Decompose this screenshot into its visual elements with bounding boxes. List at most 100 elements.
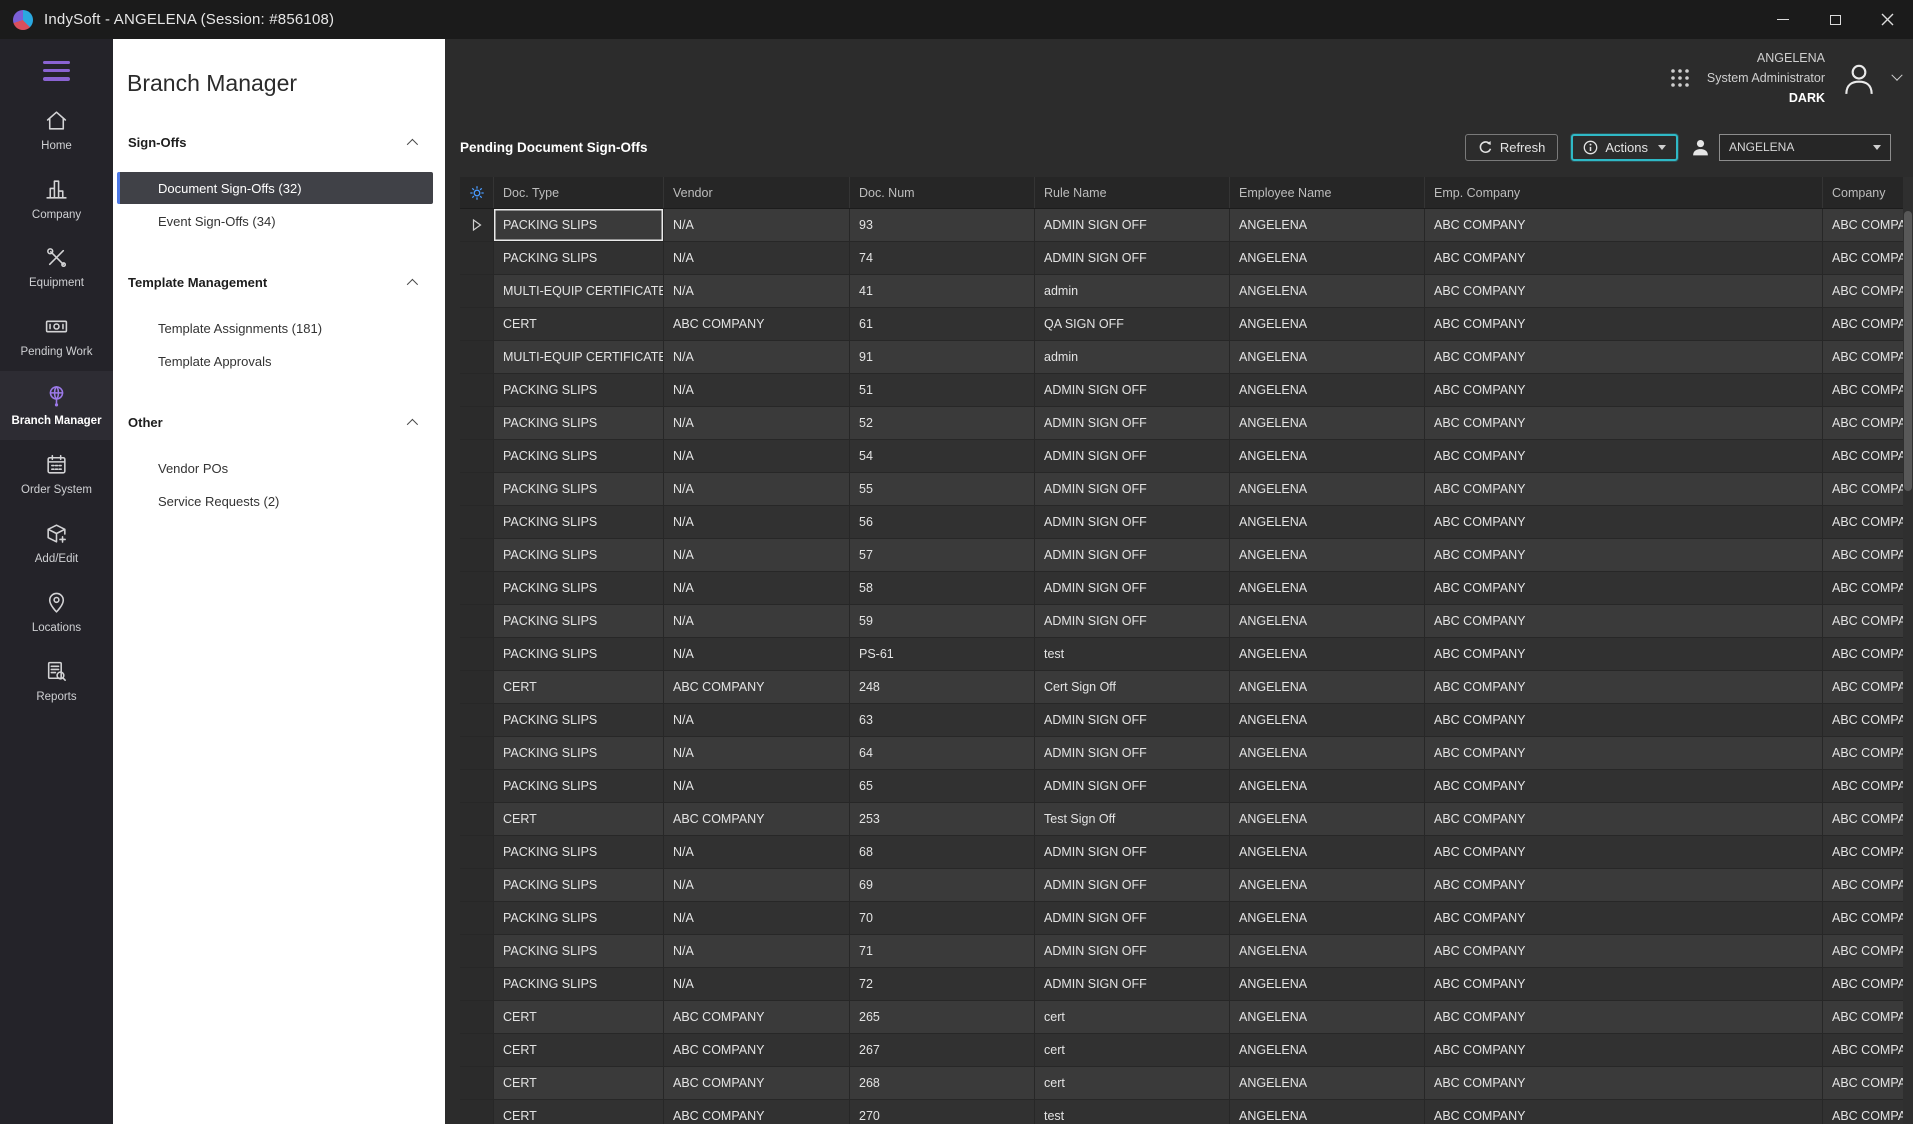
table-cell[interactable]: ANGELENA [1230, 737, 1425, 770]
sidebar-item-order-system[interactable]: Order System [0, 440, 113, 509]
table-cell[interactable]: ABC COMPANY [1823, 407, 1903, 440]
table-cell[interactable]: ABC COMPANY [1823, 506, 1903, 539]
table-cell[interactable]: ANGELENA [1230, 803, 1425, 836]
table-cell[interactable]: 55 [850, 473, 1035, 506]
table-cell[interactable]: N/A [664, 869, 850, 902]
table-row[interactable]: CERTABC COMPANY270testANGELENAABC COMPAN… [460, 1100, 1903, 1124]
table-row[interactable]: PACKING SLIPSN/A51ADMIN SIGN OFFANGELENA… [460, 374, 1903, 407]
table-cell[interactable]: ANGELENA [1230, 869, 1425, 902]
table-cell[interactable]: 69 [850, 869, 1035, 902]
table-cell[interactable]: N/A [664, 407, 850, 440]
table-cell[interactable]: ANGELENA [1230, 506, 1425, 539]
table-cell[interactable]: ABC COMPANY [1823, 242, 1903, 275]
table-cell[interactable]: ABC COMPANY [1823, 704, 1903, 737]
table-cell[interactable]: ABC COMPANY [664, 1067, 850, 1100]
sidebar-item-home[interactable]: Home [0, 96, 113, 165]
table-cell[interactable]: ABC COMPANY [1823, 869, 1903, 902]
table-cell[interactable]: ABC COMPANY [1425, 770, 1823, 803]
table-cell[interactable]: ABC COMPANY [1823, 572, 1903, 605]
table-cell[interactable]: ANGELENA [1230, 968, 1425, 1001]
employee-filter-combobox[interactable]: ANGELENA [1719, 134, 1891, 161]
table-cell[interactable]: ABC COMPANY [1425, 638, 1823, 671]
nav-section-other[interactable]: Other [113, 415, 445, 430]
table-cell[interactable]: ABC COMPANY [1823, 341, 1903, 374]
table-cell[interactable]: ADMIN SIGN OFF [1035, 869, 1230, 902]
table-cell[interactable]: ADMIN SIGN OFF [1035, 473, 1230, 506]
table-cell[interactable]: ANGELENA [1230, 341, 1425, 374]
table-cell[interactable]: ABC COMPANY [1425, 836, 1823, 869]
table-cell[interactable]: 72 [850, 968, 1035, 1001]
table-cell[interactable]: N/A [664, 935, 850, 968]
table-cell[interactable]: N/A [664, 572, 850, 605]
table-cell[interactable]: PACKING SLIPS [494, 737, 664, 770]
table-cell[interactable]: N/A [664, 605, 850, 638]
column-header[interactable]: Company [1823, 177, 1903, 208]
table-row[interactable]: CERTABC COMPANY265certANGELENAABC COMPAN… [460, 1001, 1903, 1034]
column-header[interactable]: Employee Name [1230, 177, 1425, 208]
table-cell[interactable]: N/A [664, 209, 850, 242]
table-row[interactable]: PACKING SLIPSN/A58ADMIN SIGN OFFANGELENA… [460, 572, 1903, 605]
table-cell[interactable]: MULTI-EQUIP CERTIFICATE [494, 275, 664, 308]
table-cell[interactable]: ABC COMPANY [1425, 704, 1823, 737]
table-cell[interactable]: ABC COMPANY [1823, 902, 1903, 935]
table-cell[interactable]: ABC COMPANY [1823, 539, 1903, 572]
table-cell[interactable]: 63 [850, 704, 1035, 737]
table-cell[interactable]: ANGELENA [1230, 1034, 1425, 1067]
table-cell[interactable]: ANGELENA [1230, 1001, 1425, 1034]
table-cell[interactable]: PACKING SLIPS [494, 704, 664, 737]
table-cell[interactable]: ABC COMPANY [1425, 935, 1823, 968]
table-cell[interactable]: CERT [494, 308, 664, 341]
table-cell[interactable]: PACKING SLIPS [494, 638, 664, 671]
table-row[interactable]: MULTI-EQUIP CERTIFICATEN/A41adminANGELEN… [460, 275, 1903, 308]
table-cell[interactable]: 70 [850, 902, 1035, 935]
column-chooser-cell[interactable] [460, 177, 494, 208]
table-cell[interactable]: ADMIN SIGN OFF [1035, 572, 1230, 605]
table-cell[interactable]: N/A [664, 275, 850, 308]
table-cell[interactable]: ABC COMPANY [1823, 1100, 1903, 1124]
table-cell[interactable]: PACKING SLIPS [494, 539, 664, 572]
sidebar-item-equipment[interactable]: Equipment [0, 233, 113, 302]
table-cell[interactable]: N/A [664, 440, 850, 473]
table-cell[interactable]: 65 [850, 770, 1035, 803]
table-cell[interactable]: N/A [664, 968, 850, 1001]
table-cell[interactable]: 41 [850, 275, 1035, 308]
table-cell[interactable]: QA SIGN OFF [1035, 308, 1230, 341]
table-cell[interactable]: ABC COMPANY [1425, 968, 1823, 1001]
table-cell[interactable]: N/A [664, 539, 850, 572]
table-row[interactable]: CERTABC COMPANY248Cert Sign OffANGELENAA… [460, 671, 1903, 704]
table-cell[interactable]: 268 [850, 1067, 1035, 1100]
table-row[interactable]: CERTABC COMPANY61QA SIGN OFFANGELENAABC … [460, 308, 1903, 341]
table-cell[interactable]: ANGELENA [1230, 374, 1425, 407]
table-cell[interactable]: ABC COMPANY [1425, 374, 1823, 407]
table-cell[interactable]: ABC COMPANY [1425, 902, 1823, 935]
table-cell[interactable]: PACKING SLIPS [494, 935, 664, 968]
table-cell[interactable]: admin [1035, 275, 1230, 308]
table-row[interactable]: CERTABC COMPANY267certANGELENAABC COMPAN… [460, 1034, 1903, 1067]
table-row[interactable]: PACKING SLIPSN/A56ADMIN SIGN OFFANGELENA… [460, 506, 1903, 539]
table-cell[interactable]: N/A [664, 506, 850, 539]
nav-item-template-assignments[interactable]: Template Assignments (181) [117, 312, 433, 344]
table-row[interactable]: PACKING SLIPSN/A54ADMIN SIGN OFFANGELENA… [460, 440, 1903, 473]
table-cell[interactable]: ABC COMPANY [1425, 308, 1823, 341]
nav-item-event-sign-offs[interactable]: Event Sign-Offs (34) [117, 205, 433, 237]
table-cell[interactable]: ADMIN SIGN OFF [1035, 374, 1230, 407]
table-cell[interactable]: ANGELENA [1230, 704, 1425, 737]
table-cell[interactable]: 56 [850, 506, 1035, 539]
table-cell[interactable]: 61 [850, 308, 1035, 341]
table-cell[interactable]: ABC COMPANY [1425, 473, 1823, 506]
table-row[interactable]: PACKING SLIPSN/A70ADMIN SIGN OFFANGELENA… [460, 902, 1903, 935]
table-row[interactable]: PACKING SLIPSN/A68ADMIN SIGN OFFANGELENA… [460, 836, 1903, 869]
table-cell[interactable]: ANGELENA [1230, 935, 1425, 968]
table-cell[interactable]: ANGELENA [1230, 539, 1425, 572]
hamburger-menu-button[interactable] [43, 56, 70, 86]
table-cell[interactable]: PACKING SLIPS [494, 836, 664, 869]
table-cell[interactable]: PACKING SLIPS [494, 770, 664, 803]
row-expand-icon[interactable] [472, 219, 482, 231]
table-cell[interactable]: ABC COMPANY [664, 671, 850, 704]
table-cell[interactable]: ANGELENA [1230, 308, 1425, 341]
table-cell[interactable]: ABC COMPANY [1425, 341, 1823, 374]
table-cell[interactable]: ANGELENA [1230, 209, 1425, 242]
table-cell[interactable]: ANGELENA [1230, 473, 1425, 506]
table-cell[interactable]: ABC COMPANY [1425, 242, 1823, 275]
column-header[interactable]: Vendor [664, 177, 850, 208]
